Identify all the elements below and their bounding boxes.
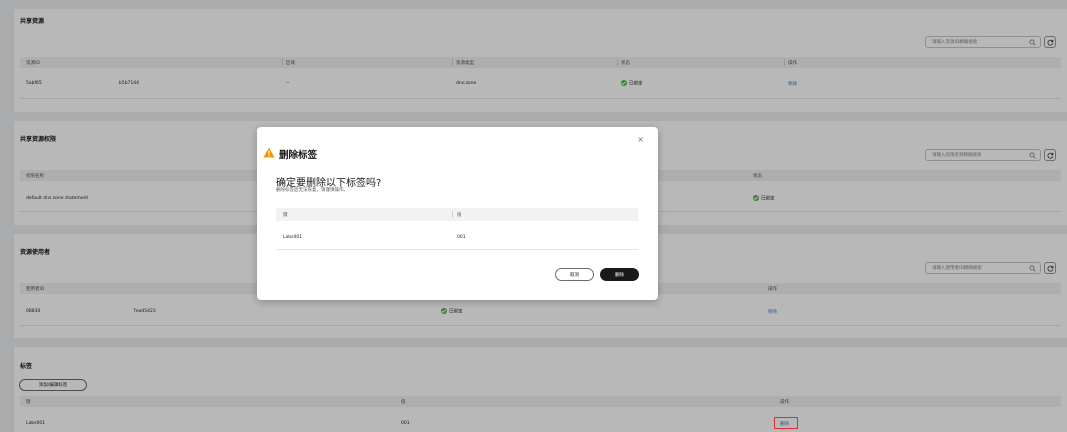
row-divider <box>276 249 638 250</box>
dialog-table-header: 键 值 <box>276 208 638 221</box>
delete-tag-dialog: × 删除标签 确定要删除以下标签吗? 删除标签后无法恢复，请谨慎操作。 键 值 … <box>257 127 658 300</box>
col-divider <box>452 211 453 218</box>
cancel-button[interactable]: 取消 <box>555 268 594 281</box>
close-icon[interactable]: × <box>637 135 644 144</box>
page: 共享资源 资源ID 区域 资源类型 状态 操作 5abf65 b5b7144 -… <box>0 0 1067 432</box>
dialog-tag-value: 001 <box>457 235 466 240</box>
warning-icon <box>263 147 275 158</box>
col-key: 键 <box>283 213 288 218</box>
col-value: 值 <box>457 213 462 218</box>
confirm-delete-button[interactable]: 删除 <box>600 268 639 281</box>
delete-highlight-box <box>774 417 798 429</box>
dialog-tag-key: Labs001 <box>283 235 303 240</box>
dialog-title: 删除标签 <box>279 150 318 161</box>
dialog-subtitle: 删除标签后无法恢复，请谨慎操作。 <box>276 188 348 193</box>
